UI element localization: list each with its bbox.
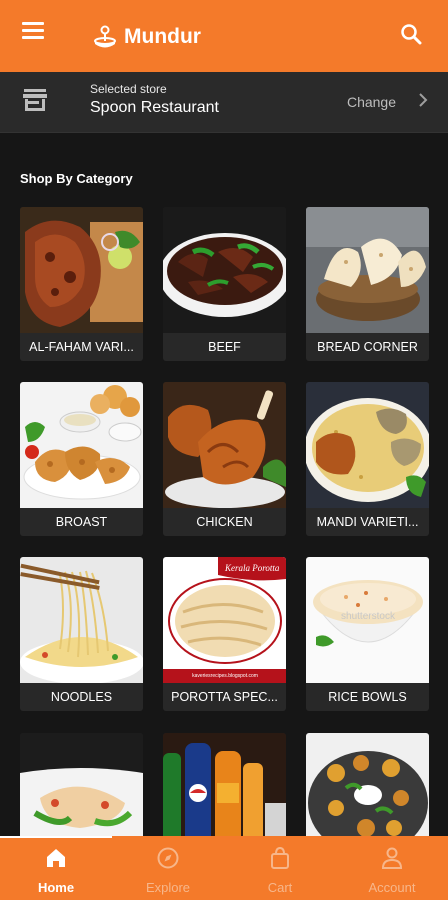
category-name: NOODLES	[50, 690, 113, 704]
porotta-banner-text: Kerala Porotta	[224, 563, 280, 573]
category-name: AL-FAHAM VARI...	[29, 340, 134, 354]
category-card-beef[interactable]: BEEF	[163, 207, 286, 361]
mandi-varieties-image	[306, 382, 429, 508]
rice-bowls-image: shutterstock	[306, 557, 429, 683]
store-name: Spoon Restaurant	[90, 99, 219, 116]
broast-image	[20, 382, 143, 508]
category-name: POROTTA SPEC...	[171, 690, 278, 704]
search-icon[interactable]	[400, 23, 422, 45]
category-card-bread-corner[interactable]: BREAD CORNER	[306, 207, 429, 361]
chevron-right-icon[interactable]	[418, 92, 428, 108]
category-name: BROAST	[55, 515, 108, 529]
hamburger-menu-icon[interactable]	[22, 22, 48, 44]
beef-image	[163, 207, 286, 333]
category-name: MANDI VARIETI...	[316, 515, 419, 529]
nav-label: Home	[37, 880, 75, 895]
nav-label: Cart	[267, 880, 293, 895]
user-icon	[381, 847, 403, 869]
porotta-url-text: kaveriesrecipes.blogspot.com	[192, 673, 258, 679]
category-name: BREAD CORNER	[317, 340, 418, 354]
category-name: RICE BOWLS	[328, 690, 407, 704]
category-card-porotta-special[interactable]: Kerala Porotta kaveriesrecipes.blogspot.…	[163, 557, 286, 711]
al-faham-image	[20, 207, 143, 333]
selected-store-bar[interactable]: Selected store Spoon Restaurant Change	[0, 72, 448, 133]
storefront-icon	[23, 89, 47, 111]
compass-icon	[157, 847, 179, 869]
bread-corner-image	[306, 207, 429, 333]
porotta-special-image: Kerala Porotta kaveriesrecipes.blogspot.…	[163, 557, 286, 683]
store-label: Selected store	[90, 82, 167, 96]
section-title: Shop By Category	[20, 171, 133, 186]
bottom-navigation: Home Explore Cart Account	[0, 836, 448, 900]
chicken-image	[163, 382, 286, 508]
nav-home[interactable]: Home	[0, 836, 112, 900]
category-name: BEEF	[208, 340, 241, 354]
nav-explore[interactable]: Explore	[112, 836, 224, 900]
nav-cart[interactable]: Cart	[224, 836, 336, 900]
shutterstock-watermark: shutterstock	[341, 611, 396, 622]
category-card-broast[interactable]: BROAST	[20, 382, 143, 536]
category-name: CHICKEN	[196, 515, 253, 529]
nav-label: Account	[368, 880, 416, 895]
shopping-bag-icon	[271, 846, 289, 869]
category-card-mandi-varieties[interactable]: MANDI VARIETI...	[306, 382, 429, 536]
category-card-chicken[interactable]: CHICKEN	[163, 382, 286, 536]
category-card-noodles[interactable]: NOODLES	[20, 557, 143, 711]
noodles-image	[20, 557, 143, 683]
category-card-al-faham[interactable]: AL-FAHAM VARI...	[20, 207, 143, 361]
joystick-logo-icon	[94, 25, 116, 48]
app-header: Mundur	[0, 0, 448, 72]
app-title: Mundur	[124, 25, 201, 48]
nav-label: Explore	[145, 880, 191, 895]
category-card-rice-bowls[interactable]: shutterstock RICE BOWLS	[306, 557, 429, 711]
app-logo: Mundur	[92, 20, 201, 54]
home-icon	[47, 849, 65, 867]
nav-account[interactable]: Account	[336, 836, 448, 900]
change-store-button[interactable]: Change	[347, 94, 396, 110]
